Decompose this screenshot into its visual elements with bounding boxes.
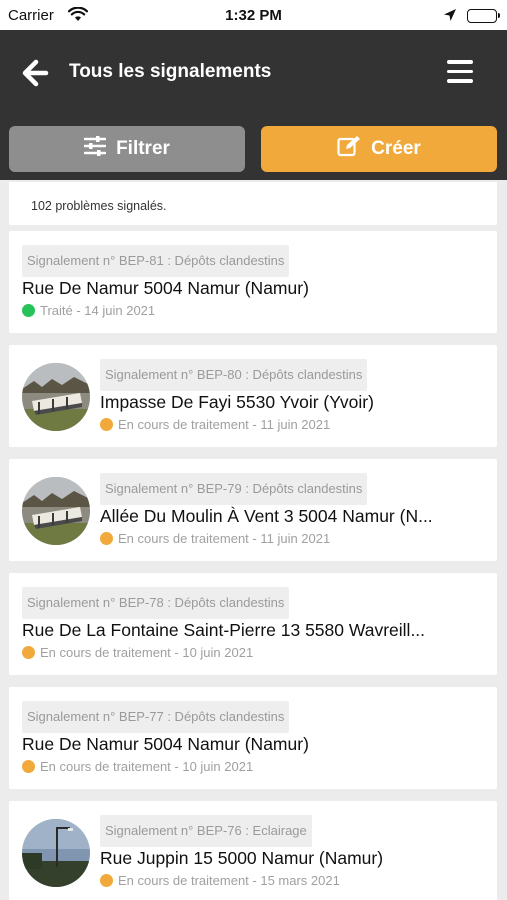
status-bar: Carrier 1:32 PM: [0, 0, 507, 30]
app-header: Tous les signalements Filtrer Créer: [0, 30, 507, 180]
filter-button[interactable]: Filtrer: [9, 126, 245, 172]
status-dot-icon: [22, 646, 35, 659]
report-category-tag: Signalement n° BEP-77 : Dépôts clandesti…: [22, 701, 290, 733]
results-count-text: 102 problèmes signalés.: [31, 199, 167, 213]
report-category-tag: Signalement n° BEP-81 : Dépôts clandesti…: [22, 245, 290, 277]
report-status: En cours de traitement - 10 juin 2021: [22, 759, 253, 774]
report-category-tag: Signalement n° BEP-76 : Eclairage: [100, 815, 312, 847]
report-card[interactable]: Signalement n° BEP-81 : Dépôts clandesti…: [9, 231, 497, 333]
report-address: Rue De La Fontaine Saint-Pierre 13 5580 …: [22, 620, 426, 640]
report-photo: [22, 477, 90, 545]
hamburger-menu-icon[interactable]: [447, 60, 473, 84]
back-arrow-icon[interactable]: [21, 59, 49, 87]
report-status: En cours de traitement - 15 mars 2021: [100, 873, 340, 888]
report-address: Impasse De Fayi 5530 Yvoir (Yvoir): [100, 392, 374, 412]
report-address: Rue Juppin 15 5000 Namur (Namur): [100, 848, 384, 868]
report-status-text: En cours de traitement - 10 juin 2021: [40, 759, 254, 774]
create-button[interactable]: Créer: [261, 126, 497, 172]
report-status-text: Traité - 14 juin 2021: [40, 303, 156, 318]
report-status: En cours de traitement - 11 juin 2021: [100, 531, 330, 546]
report-category-tag: Signalement n° BEP-80 : Dépôts clandesti…: [100, 359, 368, 391]
edit-icon: [337, 135, 361, 163]
create-button-label: Créer: [371, 138, 421, 159]
battery-icon: [467, 9, 500, 23]
filter-button-label: Filtrer: [116, 138, 170, 159]
report-status-text: En cours de traitement - 10 juin 2021: [40, 645, 254, 660]
status-dot-icon: [22, 760, 35, 773]
report-card[interactable]: Signalement n° BEP-76 : Eclairage Rue Jup…: [9, 801, 497, 900]
status-dot-icon: [22, 304, 35, 317]
report-card[interactable]: Signalement n° BEP-77 : Dépôts clandesti…: [9, 687, 497, 789]
sliders-icon: [83, 136, 107, 162]
report-status: En cours de traitement - 10 juin 2021: [22, 645, 253, 660]
report-category-tag: Signalement n° BEP-78 : Dépôts clandesti…: [22, 587, 290, 619]
clock: 1:32 PM: [225, 7, 282, 24]
report-address: Allée Du Moulin À Vent 3 5004 Namur (N..…: [100, 506, 433, 526]
status-dot-icon: [100, 418, 113, 431]
report-status-text: En cours de traitement - 11 juin 2021: [118, 417, 331, 432]
status-dot-icon: [100, 874, 113, 887]
report-card[interactable]: Signalement n° BEP-79 : Dépôts clandesti…: [9, 459, 497, 561]
report-card[interactable]: Signalement n° BEP-80 : Dépôts clandesti…: [9, 345, 497, 447]
report-address: Rue De Namur 5004 Namur (Namur): [22, 734, 309, 754]
report-category-tag: Signalement n° BEP-79 : Dépôts clandesti…: [100, 473, 368, 505]
report-address: Rue De Namur 5004 Namur (Namur): [22, 278, 309, 298]
results-count: 102 problèmes signalés.: [9, 182, 497, 225]
status-dot-icon: [100, 532, 113, 545]
report-photo: [22, 363, 90, 431]
report-status: Traité - 14 juin 2021: [22, 303, 155, 318]
report-status-text: En cours de traitement - 15 mars 2021: [118, 873, 340, 888]
location-arrow-icon: [443, 8, 457, 26]
report-status: En cours de traitement - 11 juin 2021: [100, 417, 330, 432]
page-title: Tous les signalements: [69, 61, 272, 82]
report-card[interactable]: Signalement n° BEP-78 : Dépôts clandesti…: [9, 573, 497, 675]
report-status-text: En cours de traitement - 11 juin 2021: [118, 531, 331, 546]
report-photo: [22, 819, 90, 887]
